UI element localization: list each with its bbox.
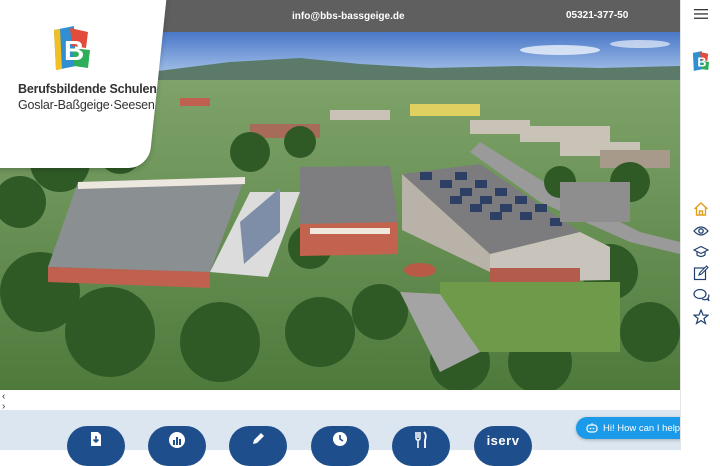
phone-link[interactable]: 05321-377-50 bbox=[566, 10, 628, 21]
sidebar-logo-button[interactable]: B bbox=[691, 51, 711, 71]
logo-title: Berufsbildende Schulen bbox=[18, 82, 157, 96]
quicklink-statistics-button[interactable] bbox=[148, 426, 206, 466]
sidebar-favorites-button[interactable] bbox=[691, 307, 711, 327]
home-icon bbox=[694, 202, 708, 216]
menu-icon bbox=[694, 9, 708, 19]
pencil-icon bbox=[253, 433, 264, 444]
email-link[interactable]: info@bbs-bassgeige.de bbox=[292, 11, 405, 22]
chart-icon bbox=[169, 432, 185, 448]
cutlery-icon bbox=[415, 431, 427, 448]
eye-icon bbox=[693, 226, 709, 236]
logo-subtitle: Goslar-Baßgeige·Seesen bbox=[18, 98, 155, 112]
sidebar-view-button[interactable] bbox=[691, 221, 711, 241]
school-logo-mark: B bbox=[54, 26, 90, 70]
svg-text:B: B bbox=[697, 55, 706, 69]
sidebar-register-button[interactable] bbox=[691, 263, 711, 283]
chat-icon bbox=[692, 288, 710, 301]
graduation-cap-icon bbox=[693, 245, 709, 258]
download-doc-icon bbox=[91, 432, 101, 446]
slider-controls: ‹ › bbox=[0, 390, 680, 412]
school-logo-icon: B bbox=[692, 51, 710, 71]
svg-text:B: B bbox=[64, 35, 84, 66]
star-icon bbox=[693, 309, 709, 325]
right-sidebar: B bbox=[680, 0, 720, 450]
sidebar-contact-button[interactable] bbox=[691, 285, 711, 305]
clock-icon bbox=[333, 432, 347, 446]
sidebar-home-button[interactable] bbox=[691, 199, 711, 219]
quicklink-edit-button[interactable] bbox=[229, 426, 287, 466]
sidebar-education-button[interactable] bbox=[691, 242, 711, 262]
chat-bot-icon bbox=[586, 423, 598, 433]
menu-button[interactable] bbox=[691, 4, 711, 24]
quicklink-download-button[interactable] bbox=[67, 426, 125, 466]
quicklink-canteen-button[interactable] bbox=[392, 426, 450, 466]
school-logo[interactable]: B Berufsbildende Schulen Goslar-Baßgeige… bbox=[0, 0, 160, 160]
quicklink-iserv-button[interactable]: iserv bbox=[474, 426, 532, 466]
quicklink-schedule-button[interactable] bbox=[311, 426, 369, 466]
edit-icon bbox=[693, 265, 709, 281]
